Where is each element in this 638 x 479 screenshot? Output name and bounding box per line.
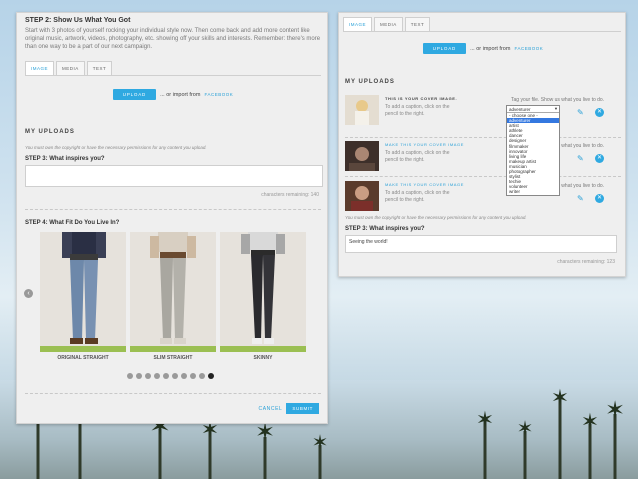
delete-icon[interactable]: ✕ [595,194,604,203]
my-uploads-heading: MY UPLOADS [345,79,395,85]
cancel-button[interactable]: CANCEL [259,406,283,412]
upload-row: UPLOAD ... or import from FACEBOOK [339,43,627,54]
pencil-icon[interactable]: ✎ [577,109,585,117]
caption-hint: To add a caption, click on the pencil to… [385,104,450,117]
carousel-dot[interactable] [190,373,196,379]
divider [345,137,621,138]
make-cover-link[interactable]: MAKE THIS YOUR COVER IMAGE [385,182,464,187]
fit-label: SLIM STRAIGHT [153,355,193,361]
form-actions: CANCEL SUBMIT [259,403,319,414]
fit-option-slim-straight[interactable]: SLIM STRAIGHT [130,232,216,361]
facebook-import-link[interactable]: FACEBOOK [204,92,233,97]
facebook-import-link[interactable]: FACEBOOK [514,46,543,51]
carousel-dot[interactable] [127,373,133,379]
tag-selected-value: adventurer [509,107,531,112]
step2-body: Start with 3 photos of yourself rocking … [25,28,321,50]
copyright-note: You must own the copyright or have the n… [25,145,207,150]
caption-hint: To add a caption, click on the pencil to… [385,190,450,203]
step2-title: STEP 2: Show Us What You Got [25,17,131,24]
step3-title: STEP 3: What inspires you? [345,226,425,232]
upload-button[interactable]: UPLOAD [112,89,157,100]
divider [25,393,321,394]
upload-item: THIS IS YOUR COVER IMAGE. To add a capti… [343,95,623,125]
carousel-dot[interactable] [172,373,178,379]
jeans-model-figure [40,232,126,352]
carousel-dot-active[interactable] [208,373,214,379]
or-import-text: ... or import from [470,45,511,52]
cover-image-title: THIS IS YOUR COVER IMAGE. [385,96,458,101]
fit-image [40,232,126,352]
carousel-dot[interactable] [136,373,142,379]
carousel-prev-arrow-icon[interactable]: ‹ [24,289,33,298]
delete-icon[interactable]: ✕ [595,108,604,117]
tab-text[interactable]: TEXT [86,61,113,75]
media-tabs: IMAGE MEDIA TEXT [25,61,321,76]
my-uploads-heading: MY UPLOADS [25,129,75,135]
jeans-model-figure [220,232,306,352]
entry-form-panel: STEP 2: Show Us What You Got Start with … [16,12,328,424]
fit-option-original-straight[interactable]: ORIGINAL STRAIGHT [40,232,126,361]
tab-media[interactable]: MEDIA [56,61,85,75]
step4-title: STEP 4: What Fit Do You Live In? [25,220,120,226]
tab-image[interactable]: IMAGE [343,17,373,31]
delete-icon[interactable]: ✕ [595,154,604,163]
caption-hint: To add a caption, click on the pencil to… [385,150,450,163]
characters-remaining: characters remaining: 140 [261,192,319,198]
copyright-note: You must own the copyright or have the n… [345,215,527,220]
tag-dropdown[interactable]: adventurer ▼ - choose one - adventurer art… [506,105,560,196]
fit-label: SKINNY [253,355,273,361]
fit-image [130,232,216,352]
make-cover-link[interactable]: MAKE THIS YOUR COVER IMAGE [385,142,464,147]
carousel-dot[interactable] [163,373,169,379]
tag-dropdown-selected[interactable]: adventurer ▼ [507,106,559,113]
divider [25,209,321,210]
chevron-down-icon: ▼ [554,106,558,111]
carousel-dot[interactable] [199,373,205,379]
upload-thumbnail [345,141,379,171]
upload-thumbnail [345,95,379,125]
carousel-dot[interactable] [154,373,160,379]
pencil-icon[interactable]: ✎ [577,155,585,163]
fit-image [220,232,306,352]
or-import-text: ... or import from [160,91,201,98]
divider [345,176,621,177]
tab-text[interactable]: TEXT [404,17,431,31]
carousel-dot[interactable] [181,373,187,379]
tab-media[interactable]: MEDIA [374,17,403,31]
tag-prompt: Tag your file. Show us what you live to … [511,97,605,103]
pencil-icon[interactable]: ✎ [577,195,585,203]
tag-dropdown-options: - choose one - adventurer artist athlete dan… [507,113,559,195]
submit-button[interactable]: SUBMIT [286,403,319,414]
inspiration-textarea[interactable]: Seeing the world! [345,235,617,253]
uploads-panel: IMAGE MEDIA TEXT UPLOAD ... or import fr… [338,12,626,277]
characters-remaining: characters remaining: 123 [557,259,615,265]
upload-row: UPLOAD ... or import from FACEBOOK [25,89,321,100]
fit-carousel: ORIGINAL STRAIGHT SLIM STRAIGHT SKINNY [40,232,306,361]
tag-option[interactable]: writer [507,189,559,194]
jeans-model-figure [130,232,216,352]
carousel-dot[interactable] [145,373,151,379]
inspiration-textarea[interactable] [25,165,323,187]
fit-option-skinny[interactable]: SKINNY [220,232,306,361]
upload-item: MAKE THIS YOUR COVER IMAGE To add a capt… [343,181,623,211]
media-tabs: IMAGE MEDIA TEXT [343,17,621,32]
step3-title: STEP 3: What inspires you? [25,156,105,162]
upload-thumbnail [345,181,379,211]
upload-button[interactable]: UPLOAD [422,43,467,54]
tab-image[interactable]: IMAGE [25,61,55,75]
fit-label: ORIGINAL STRAIGHT [57,355,109,361]
carousel-pagination [127,373,214,379]
upload-item: MAKE THIS YOUR COVER IMAGE To add a capt… [343,141,623,171]
